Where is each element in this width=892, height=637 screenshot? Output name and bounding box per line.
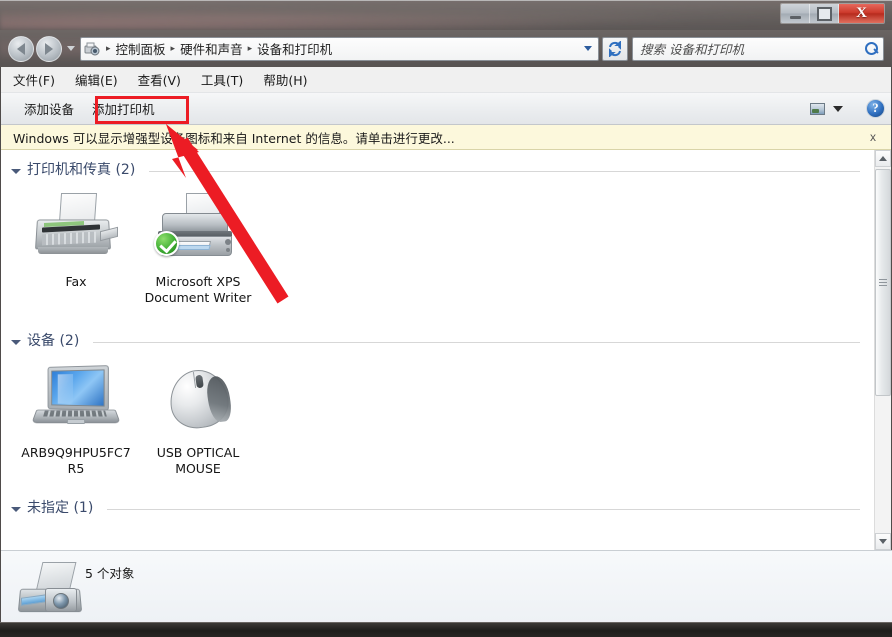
scroll-up-arrow-icon[interactable] bbox=[875, 150, 891, 167]
close-icon[interactable]: x bbox=[865, 130, 881, 144]
add-printer-button[interactable]: 添加打印机 bbox=[83, 95, 164, 122]
forward-arrow-icon bbox=[45, 42, 53, 55]
group-header-printers-and-faxes[interactable]: 打印机和传真 (2) bbox=[1, 151, 874, 181]
refresh-icon bbox=[609, 40, 621, 57]
triangle-collapse-icon[interactable] bbox=[11, 506, 21, 512]
list-item[interactable]: USB OPTICAL MOUSE bbox=[137, 358, 259, 483]
list-item-label: ARB9Q9HPU5FC7R5 bbox=[21, 445, 131, 476]
change-view-button[interactable] bbox=[806, 99, 828, 119]
group-items-printers-and-faxes: Fax Microsoft XPS Document Writer bbox=[1, 181, 874, 312]
group-header-unspecified[interactable]: 未指定 (1) bbox=[1, 483, 874, 519]
fax-machine-icon bbox=[30, 193, 122, 267]
group-divider bbox=[93, 341, 860, 343]
list-item-label: Microsoft XPS Document Writer bbox=[144, 274, 252, 305]
triangle-collapse-icon[interactable] bbox=[11, 168, 21, 174]
command-toolbar: 添加设备 添加打印机 ? bbox=[1, 92, 891, 125]
devices-and-printers-window: X ▸ 控制面板 ▸ 硬件和声音 ▸ 设备和打印机 搜索 设备和打印机 文件(F… bbox=[0, 0, 892, 622]
list-item[interactable]: Fax bbox=[15, 187, 137, 312]
vertical-scrollbar[interactable] bbox=[874, 150, 891, 550]
minimize-button[interactable] bbox=[781, 4, 810, 23]
list-item-label: Fax bbox=[65, 274, 87, 289]
navigation-bar: ▸ 控制面板 ▸ 硬件和声音 ▸ 设备和打印机 搜索 设备和打印机 bbox=[0, 30, 892, 67]
maximize-button[interactable] bbox=[810, 4, 839, 23]
breadcrumb-item-devices-and-printers[interactable]: 设备和打印机 bbox=[254, 38, 335, 59]
menu-bar: 文件(F) 编辑(E) 查看(V) 工具(T) 帮助(H) bbox=[1, 67, 891, 92]
triangle-collapse-icon[interactable] bbox=[11, 339, 21, 345]
help-button[interactable]: ? bbox=[866, 99, 885, 118]
laptop-icon bbox=[30, 364, 122, 438]
group-divider bbox=[149, 170, 860, 172]
chevron-down-icon bbox=[66, 46, 75, 51]
group-title: 打印机和传真 (2) bbox=[27, 162, 136, 178]
mouse-icon bbox=[152, 364, 244, 438]
menu-item-view[interactable]: 查看(V) bbox=[138, 70, 181, 89]
breadcrumb-item-control-panel[interactable]: 控制面板 bbox=[113, 38, 169, 59]
notification-bar[interactable]: Windows 可以显示增强型设备图标和来自 Internet 的信息。请单击进… bbox=[1, 125, 891, 150]
group-title: 未指定 (1) bbox=[27, 500, 94, 516]
list-item-label: USB OPTICAL MOUSE bbox=[156, 445, 240, 476]
printer-icon bbox=[152, 193, 244, 267]
add-device-button[interactable]: 添加设备 bbox=[15, 95, 83, 122]
group-divider bbox=[107, 508, 860, 510]
scrollbar-thumb[interactable] bbox=[875, 169, 891, 396]
breadcrumb: ▸ 控制面板 ▸ 硬件和声音 ▸ 设备和打印机 bbox=[104, 38, 580, 59]
address-dropdown-button[interactable] bbox=[580, 46, 596, 51]
toolbar-right-group: ? bbox=[806, 99, 885, 119]
search-box[interactable]: 搜索 设备和打印机 bbox=[632, 36, 884, 61]
search-icon bbox=[864, 41, 879, 56]
group-header-devices[interactable]: 设备 (2) bbox=[1, 312, 874, 352]
search-input[interactable]: 搜索 设备和打印机 bbox=[640, 39, 864, 58]
details-pane: 5 个对象 bbox=[1, 550, 892, 622]
chevron-down-icon bbox=[833, 105, 843, 112]
list-item[interactable]: ARB9Q9HPU5FC7R5 bbox=[15, 358, 137, 483]
aero-glass-blur bbox=[0, 1, 892, 30]
scroll-down-arrow-icon[interactable] bbox=[875, 533, 891, 550]
menu-item-file[interactable]: 文件(F) bbox=[13, 70, 55, 89]
breadcrumb-separator-0: ▸ bbox=[106, 43, 111, 53]
client-area: 文件(F) 编辑(E) 查看(V) 工具(T) 帮助(H) 添加设备 添加打印机… bbox=[0, 67, 892, 622]
breadcrumb-separator-1: ▸ bbox=[170, 43, 176, 53]
devices-list-view[interactable]: 打印机和传真 (2) Fax Microsoft XPS Document Wr… bbox=[1, 150, 874, 550]
scanner-camera-icon bbox=[15, 561, 83, 612]
content-wrapper: 打印机和传真 (2) Fax Microsoft XPS Document Wr… bbox=[1, 150, 891, 550]
chevron-down-icon bbox=[584, 46, 592, 51]
group-title: 设备 (2) bbox=[27, 333, 80, 349]
breadcrumb-item-hardware-and-sound[interactable]: 硬件和声音 bbox=[177, 38, 246, 59]
object-count-label: 5 个对象 bbox=[85, 566, 135, 581]
title-bar: X bbox=[0, 0, 892, 30]
menu-item-edit[interactable]: 编辑(E) bbox=[75, 70, 118, 89]
list-item[interactable]: Microsoft XPS Document Writer bbox=[137, 187, 259, 312]
refresh-button[interactable] bbox=[602, 36, 628, 61]
scrollbar-grip-icon bbox=[879, 278, 887, 286]
view-options-dropdown-button[interactable] bbox=[830, 99, 846, 119]
group-items-devices: ARB9Q9HPU5FC7R5 USB OPTICAL MOUSE bbox=[1, 352, 874, 483]
menu-item-help[interactable]: 帮助(H) bbox=[263, 70, 307, 89]
devices-and-printers-icon bbox=[84, 41, 101, 57]
recent-pages-button[interactable] bbox=[65, 46, 76, 51]
taskbar[interactable] bbox=[0, 622, 892, 637]
breadcrumb-separator-2: ▸ bbox=[247, 43, 253, 53]
close-button[interactable]: X bbox=[839, 4, 884, 23]
address-bar[interactable]: ▸ 控制面板 ▸ 硬件和声音 ▸ 设备和打印机 bbox=[80, 36, 599, 61]
back-arrow-icon bbox=[17, 42, 25, 55]
window-controls: X bbox=[780, 3, 885, 24]
change-view-icon bbox=[809, 102, 825, 115]
forward-button[interactable] bbox=[36, 35, 62, 62]
back-button[interactable] bbox=[8, 35, 34, 62]
scrollbar-track[interactable] bbox=[875, 167, 891, 533]
notification-message: Windows 可以显示增强型设备图标和来自 Internet 的信息。请单击进… bbox=[13, 130, 455, 146]
green-check-badge-icon bbox=[154, 231, 179, 256]
menu-item-tools[interactable]: 工具(T) bbox=[201, 70, 243, 89]
